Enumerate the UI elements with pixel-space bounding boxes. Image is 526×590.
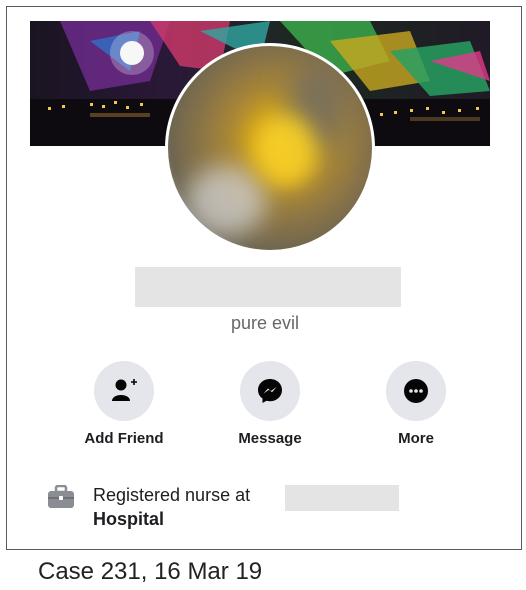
workplace-name[interactable]: Hospital	[93, 507, 453, 531]
messenger-icon	[258, 379, 282, 403]
more-button[interactable]: More	[361, 361, 471, 447]
message-circle[interactable]	[240, 361, 300, 421]
case-caption: Case 231, 16 Mar 19	[38, 558, 263, 585]
profile-name-redacted	[135, 267, 401, 307]
workplace-redacted	[285, 485, 399, 511]
add-friend-icon	[112, 379, 137, 401]
message-label: Message	[238, 430, 302, 447]
work-title: Registered nurse at	[93, 485, 251, 505]
more-circle[interactable]	[386, 361, 446, 421]
more-label: More	[398, 430, 434, 447]
message-button[interactable]: Message	[215, 361, 325, 447]
work-text: Registered nurse at Hospital	[93, 483, 453, 531]
avatar-blur-detail	[256, 116, 316, 186]
avatar-blur-detail	[186, 166, 266, 236]
add-friend-label: Add Friend	[84, 430, 164, 447]
profile-bio: pure evil	[230, 313, 300, 333]
profile-card: pure evil Add Friend Message More Regist…	[6, 6, 522, 550]
profile-avatar[interactable]	[165, 43, 375, 253]
add-friend-circle[interactable]	[94, 361, 154, 421]
more-icon	[404, 379, 428, 403]
briefcase-icon	[48, 485, 74, 508]
add-friend-button[interactable]: Add Friend	[69, 361, 179, 447]
